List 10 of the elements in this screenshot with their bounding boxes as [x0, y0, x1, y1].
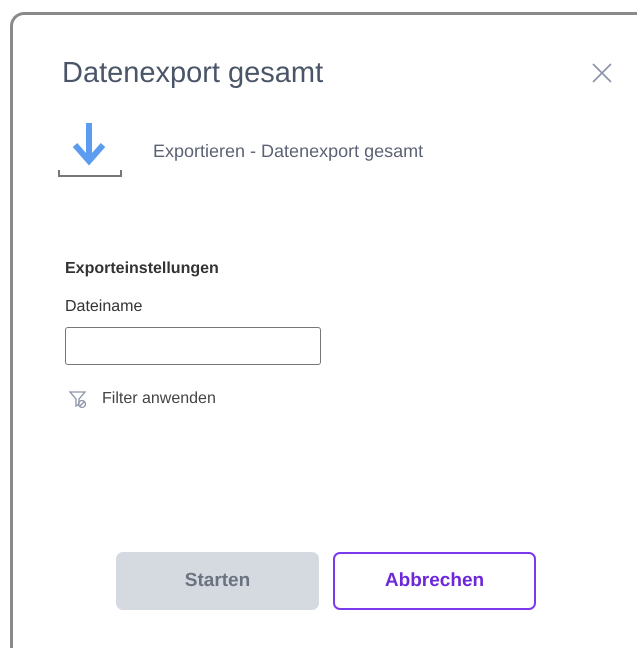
field-label: Dateiname [65, 297, 142, 317]
close-icon[interactable] [590, 61, 614, 85]
filter-link[interactable]: Filter anwenden [68, 387, 216, 411]
dialog-title: Datenexport gesamt [62, 56, 324, 91]
section-title: Exporteinstellungen [65, 259, 219, 279]
cancel-button[interactable]: Abbrechen [333, 552, 536, 610]
filter-icon [68, 389, 88, 409]
download-icon [57, 121, 123, 179]
dialog-subtitle: Exportieren - Datenexport gesamt [153, 140, 424, 163]
filename-field[interactable] [65, 327, 321, 365]
